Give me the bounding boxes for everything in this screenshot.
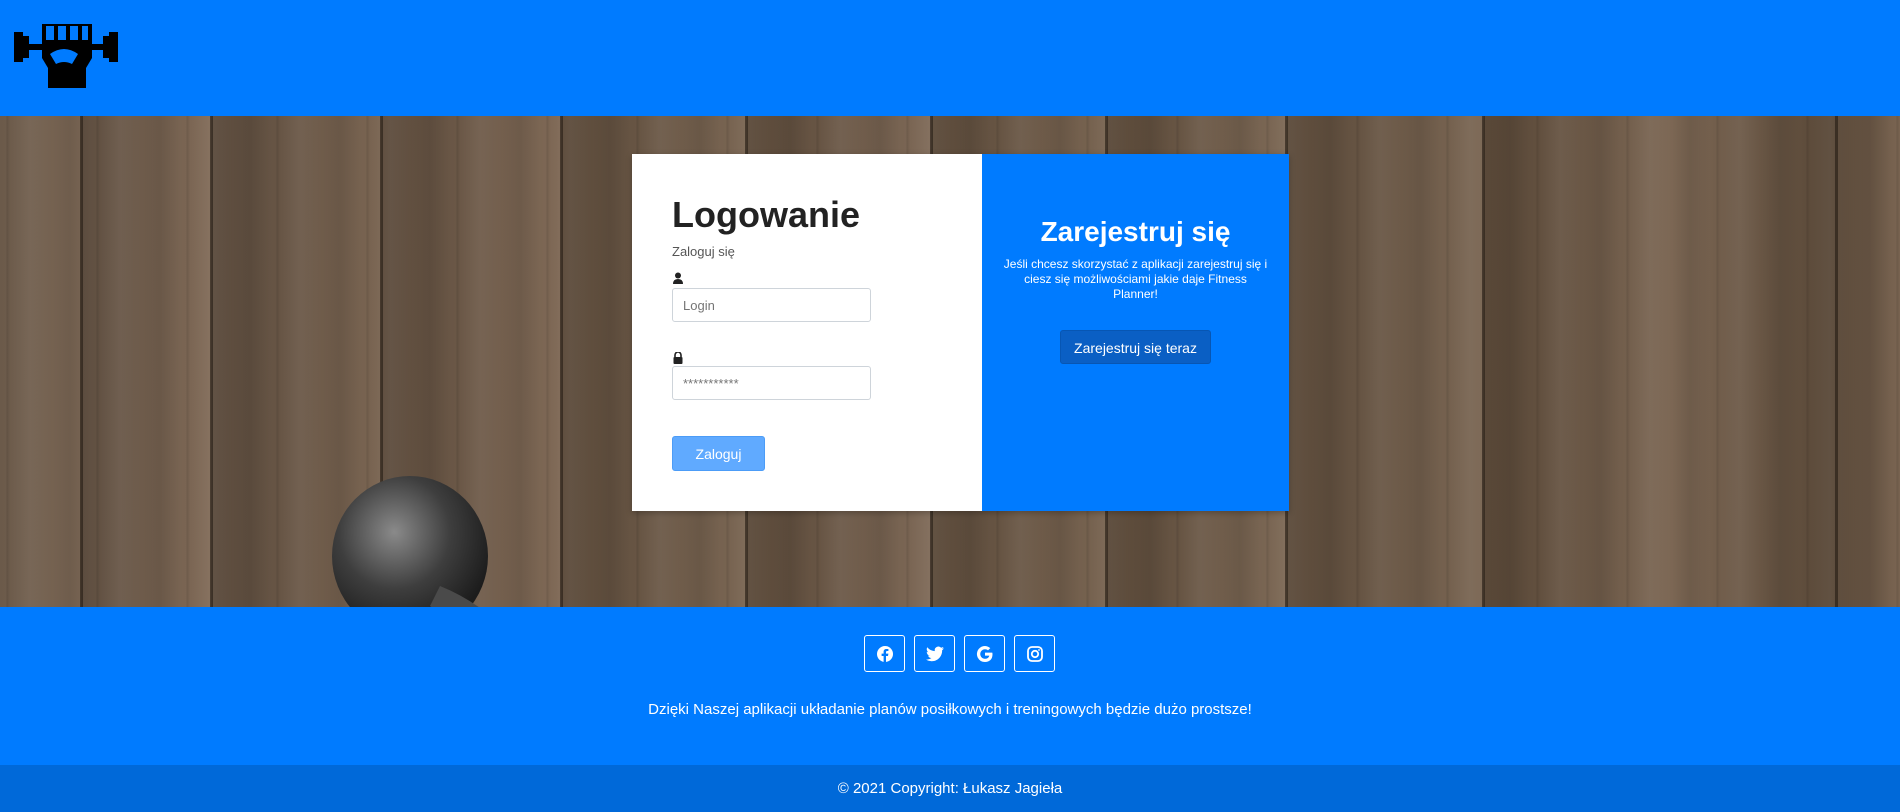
top-navbar [0, 0, 1900, 116]
instagram-icon [1026, 645, 1043, 662]
copyright-text: © 2021 Copyright: Łukasz Jagieła [837, 780, 1063, 797]
footer-tagline: Dzięki Naszej aplikacji układanie planów… [648, 701, 1252, 718]
register-button[interactable]: Zarejestruj się teraz [1060, 330, 1211, 364]
twitter-link[interactable] [914, 635, 955, 672]
plank-divider [210, 116, 213, 607]
user-icon [673, 272, 683, 284]
facebook-icon [876, 645, 893, 662]
login-card: Logowanie Zaloguj się Zaloguj Zarejestru… [632, 154, 1289, 511]
plank-divider [80, 116, 83, 607]
google-link[interactable] [964, 635, 1005, 672]
instagram-link[interactable] [1014, 635, 1055, 672]
kettlebell-image [332, 476, 488, 607]
login-subtitle: Zaloguj się [672, 244, 735, 259]
plank-divider [1835, 116, 1838, 607]
footer: Dzięki Naszej aplikacji układanie planów… [0, 607, 1900, 765]
register-panel: Zarejestruj się Jeśli chcesz skorzystać … [982, 154, 1289, 511]
lock-icon [673, 352, 683, 364]
login-button[interactable]: Zaloguj [672, 436, 765, 471]
logo-link[interactable] [14, 14, 118, 100]
copyright-bar: © 2021 Copyright: Łukasz Jagieła [0, 765, 1900, 812]
login-title: Logowanie [672, 194, 860, 235]
password-input[interactable] [672, 366, 871, 400]
register-title: Zarejestruj się [1040, 216, 1231, 247]
facebook-link[interactable] [864, 635, 905, 672]
dumbbell-fist-icon [14, 24, 118, 88]
plank-divider [1482, 116, 1485, 607]
login-input[interactable] [672, 288, 871, 322]
google-icon [976, 645, 992, 662]
register-description: Jeśli chcesz skorzystać z aplikacji zare… [1003, 257, 1268, 301]
twitter-icon [925, 646, 944, 661]
plank-divider [560, 116, 563, 607]
